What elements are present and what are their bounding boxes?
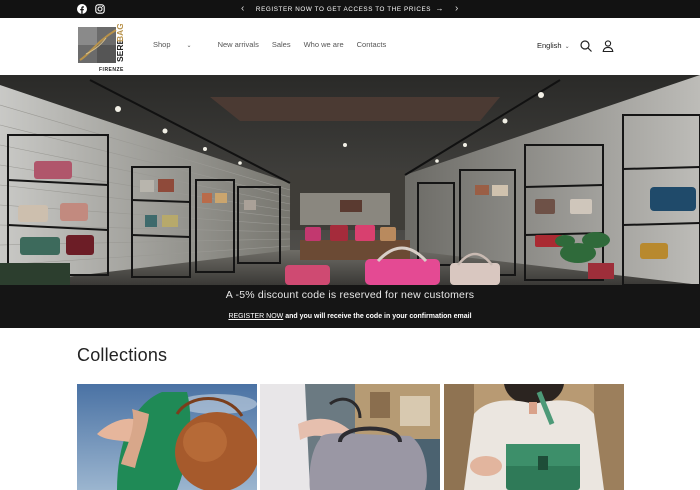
register-now-link[interactable]: REGISTER NOW <box>228 313 283 320</box>
nav-item-contacts[interactable]: Contacts <box>357 40 387 49</box>
language-selector[interactable]: English ⌄ <box>537 41 570 50</box>
svg-text:BAGS: BAGS <box>115 24 125 42</box>
collection-card-grey[interactable] <box>260 384 440 490</box>
promo-subtitle-text: and you will receive the code in your co… <box>283 313 472 320</box>
hero-banner[interactable] <box>0 75 700 285</box>
announcement-text[interactable]: REGISTER NOW TO GET ACCESS TO THE PRICES… <box>230 0 470 18</box>
promo-title: A -5% discount code is reserved for new … <box>225 289 475 301</box>
collections-heading: Collections <box>77 345 168 365</box>
nav-item-who-we-are[interactable]: Who we are <box>304 40 344 49</box>
nav-item-shop[interactable]: Shop ⌄ <box>153 40 205 49</box>
announcement-bar: ‹ REGISTER NOW TO GET ACCESS TO THE PRIC… <box>0 0 700 18</box>
announcement-label: REGISTER NOW TO GET ACCESS TO THE PRICES <box>255 6 432 13</box>
arrow-right-icon: → <box>435 4 445 13</box>
nav-item-label: Shop <box>153 40 171 49</box>
chevron-down-icon: ⌄ <box>564 44 570 50</box>
promo-banner: A -5% discount code is reserved for new … <box>0 285 700 328</box>
facebook-icon[interactable] <box>76 3 88 15</box>
svg-text:FIRENZE: FIRENZE <box>99 67 124 72</box>
nav-item-new-arrivals[interactable]: New arrivals <box>218 40 259 49</box>
brand-logo[interactable]: SERE BAGS FIRENZE <box>76 17 136 73</box>
language-label: English <box>537 41 562 50</box>
collection-card-green-brown[interactable] <box>77 384 257 490</box>
search-icon[interactable] <box>579 39 593 53</box>
main-nav: Shop ⌄ New arrivals Sales Who we are Cont… <box>153 40 399 49</box>
nav-item-sales[interactable]: Sales <box>272 40 291 49</box>
collection-card-green[interactable] <box>444 384 624 490</box>
site-header: SERE BAGS FIRENZE Shop ⌄ New arrivals Sal… <box>0 17 700 75</box>
account-icon[interactable] <box>601 39 615 53</box>
promo-subtitle: REGISTER NOW and you will receive the co… <box>0 313 700 320</box>
chevron-down-icon: ⌄ <box>186 43 192 49</box>
announcement-next-button[interactable]: › <box>455 2 458 16</box>
instagram-icon[interactable] <box>94 3 106 15</box>
